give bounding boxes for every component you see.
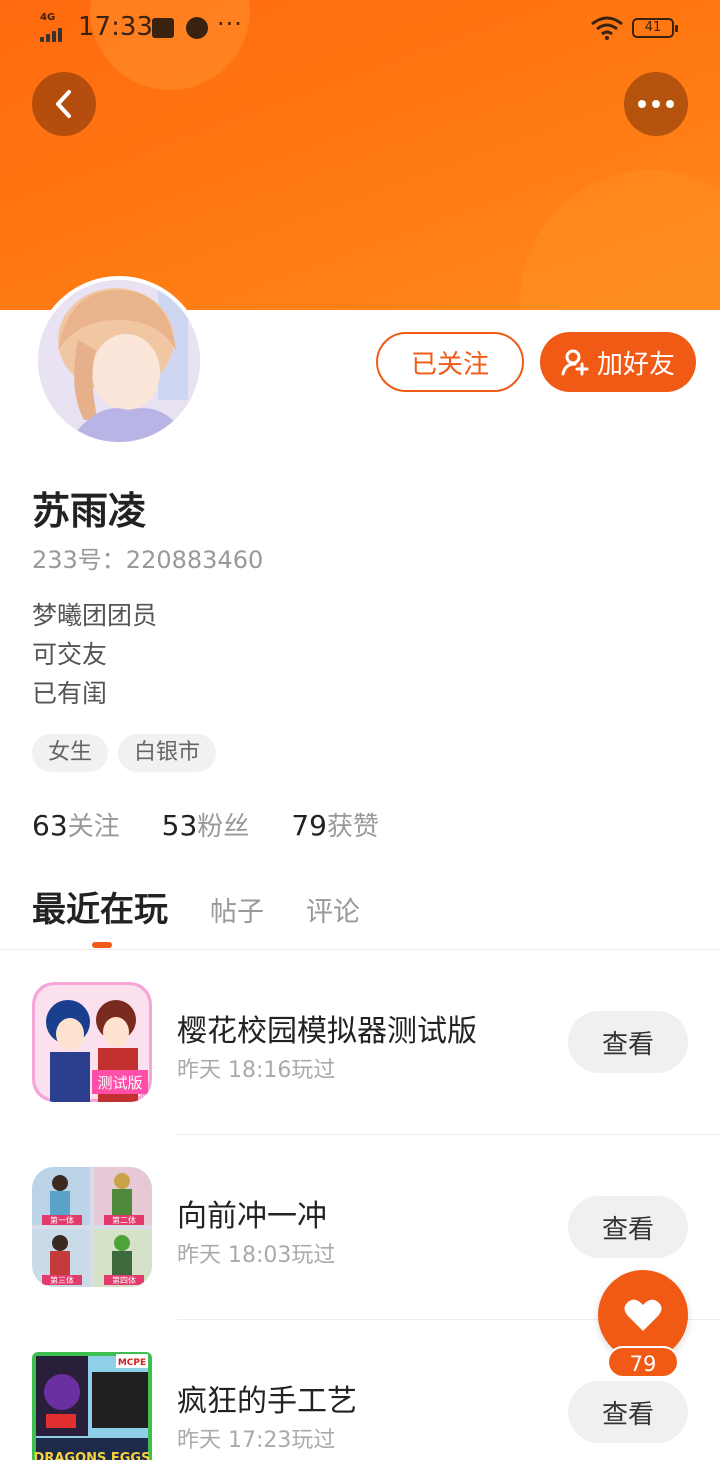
thumb-text: 测试版 [97,1074,142,1092]
tag-gender: 女生 [32,734,109,772]
game-title: 向前冲一冲 [177,1199,327,1234]
view-button[interactable]: 查看 [568,1011,688,1073]
thumb-label: 第四体 [112,1275,136,1285]
like-count-badge: 79 [607,1346,679,1378]
stat-fans-number: 53 [161,809,198,842]
tab-comments[interactable]: 评论 [306,890,360,929]
thumb-label: 第三体 [50,1275,74,1285]
game-title: 疯狂的手工艺 [177,1384,357,1419]
profile-name: 苏雨凌 [32,489,147,533]
profile-tabs: 最近在玩 帖子 评论 [32,882,402,931]
status-bar: 4G 17:33 ··· 41 [0,0,720,56]
profile-uid: 233号：220883460 [32,546,264,574]
thumb-badge: MCPE [118,1358,146,1368]
profile-stats: 63关注 53粉丝 79获赞 [32,806,379,843]
active-tab-indicator [92,942,112,948]
view-button[interactable]: 查看 [568,1196,688,1258]
view-button[interactable]: 查看 [568,1381,688,1443]
battery-indicator: 41 [632,18,678,38]
profile-header-banner: 4G 17:33 ··· 41 [0,0,720,310]
game-thumbnail: 第一体 第二体 第三体 第四体 [32,1167,152,1287]
add-friend-button[interactable]: 加好友 [540,332,696,392]
profile-bio: 梦曦团团员 可交友 已有闺 [32,596,157,713]
game-thumbnail: MCPE DRAGONS EGGS [32,1352,152,1460]
stat-likes-label: 获赞 [326,812,379,842]
add-user-icon [561,349,589,376]
bio-line: 已有闺 [32,679,108,708]
thumb-label: 第二体 [112,1215,136,1225]
list-item-game[interactable]: 测试版 樱花校园模拟器测试版 昨天 18:16玩过 查看 [0,950,720,1135]
heart-icon [624,1299,662,1331]
game-played-time: 昨天 18:16玩过 [177,1058,336,1083]
stat-following[interactable]: 63关注 [32,806,120,843]
tag-city: 白银市 [118,734,217,772]
mail-notification-icon [152,18,174,38]
voice-notification-icon [186,17,208,39]
stat-fans-label: 粉丝 [197,812,250,842]
followed-button[interactable]: 已关注 [376,332,524,392]
stat-following-label: 关注 [67,812,120,842]
followed-button-label: 已关注 [410,349,489,380]
tab-posts[interactable]: 帖子 [210,890,264,929]
game-played-time: 昨天 18:03玩过 [177,1243,336,1268]
status-time: 17:33 [78,12,153,42]
wifi-icon [590,16,624,40]
game-title: 樱花校园模拟器测试版 [177,1014,477,1049]
game-played-time: 昨天 17:23玩过 [177,1428,336,1453]
bio-line: 可交友 [32,640,108,669]
more-options-button[interactable] [624,72,688,136]
stat-likes-number: 79 [291,809,327,842]
back-button[interactable] [32,72,96,136]
avatar[interactable] [34,276,204,446]
thumb-label: 第一体 [50,1215,74,1225]
profile-tags: 女生 白银市 [32,734,217,772]
more-dots-icon [638,100,674,108]
chevron-left-icon [56,90,71,118]
game-thumbnail: 测试版 [32,982,152,1102]
add-friend-button-label: 加好友 [596,349,675,380]
network-type: 4G [40,12,56,23]
cellular-signal-icon: 4G [38,12,68,42]
tab-recently-played[interactable]: 最近在玩 [32,882,168,931]
stat-following-number: 63 [32,809,68,842]
header-decoration [520,170,720,310]
stat-fans[interactable]: 53粉丝 [162,806,250,843]
thumb-text: DRAGONS EGGS [34,1451,151,1460]
bio-line: 梦曦团团员 [32,601,158,630]
more-notifications-icon: ··· [217,10,243,38]
stat-likes[interactable]: 79获赞 [291,806,379,843]
